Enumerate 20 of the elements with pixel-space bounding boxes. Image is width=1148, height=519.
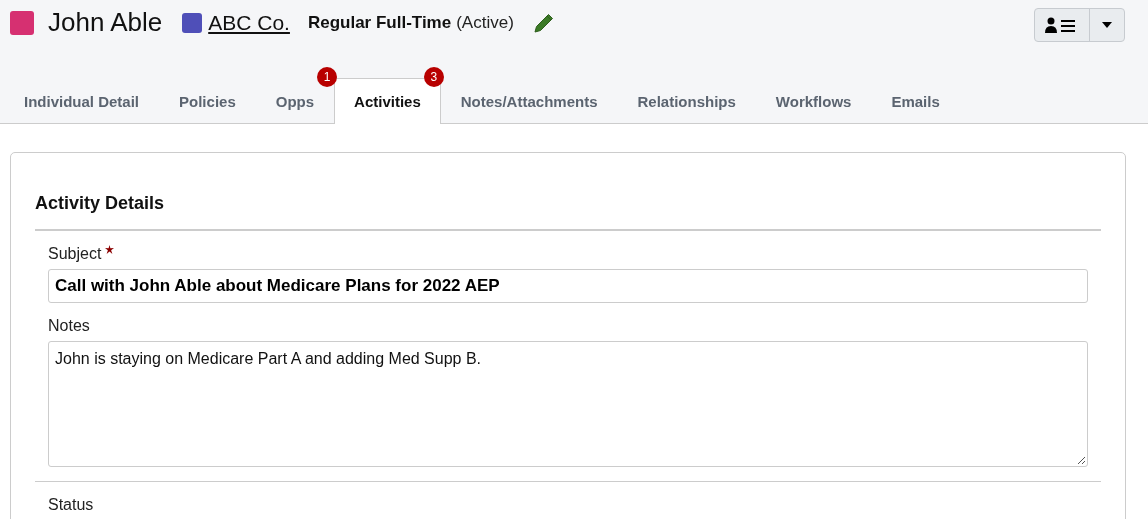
count-badge: 3 bbox=[423, 67, 444, 87]
tab[interactable]: Emails bbox=[871, 78, 960, 124]
employment-status: (Active) bbox=[456, 12, 514, 33]
notes-field[interactable]: John is staying on Medicare Part A and adding Med Supp B. bbox=[48, 341, 1088, 467]
employment-type: Regular Full-Time bbox=[307, 12, 452, 33]
tab[interactable]: Policies bbox=[159, 78, 256, 124]
company-link[interactable]: ABC Co. bbox=[208, 10, 290, 35]
resize-grip-icon[interactable] bbox=[1077, 456, 1085, 464]
tab[interactable]: Relationships bbox=[617, 78, 756, 124]
count-badge: 1 bbox=[317, 67, 338, 87]
required-icon bbox=[105, 245, 115, 254]
subject-field[interactable]: Call with John Able about Medicare Plans for 2022 AEP bbox=[48, 269, 1088, 303]
section-title: Activity Details bbox=[35, 193, 1101, 231]
person-name: John Able bbox=[48, 7, 163, 38]
field-label: Notes bbox=[48, 317, 90, 335]
caret-icon bbox=[1102, 21, 1112, 28]
tab[interactable]: Workflows bbox=[755, 78, 872, 124]
field-label: Subject bbox=[48, 245, 102, 263]
field-label: Status bbox=[48, 496, 94, 514]
tab[interactable]: Individual Detail bbox=[4, 78, 160, 124]
